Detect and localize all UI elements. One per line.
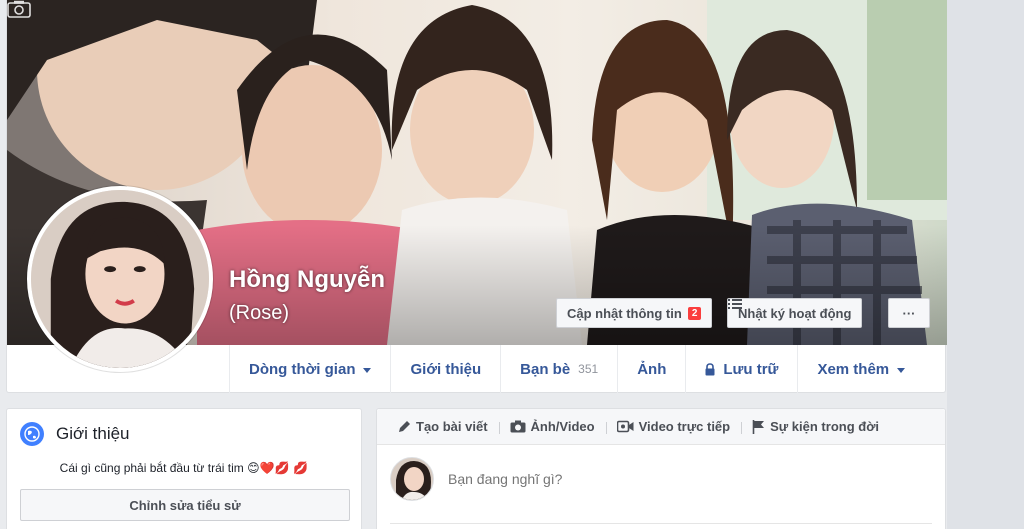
tab-more[interactable]: Xem thêm — [797, 345, 924, 393]
post-composer: Tạo bài viết Ảnh/Video Video trực tiếp S… — [376, 408, 946, 529]
update-info-badge: 2 — [687, 306, 702, 320]
camera-icon — [510, 420, 526, 433]
profile-tabs: Dòng thời gian Giới thiệu Bạn bè 351 Ảnh… — [229, 345, 924, 393]
composer-divider — [390, 523, 932, 524]
composer-tab-live-video[interactable]: Video trực tiếp — [605, 419, 742, 434]
composer-avatar — [390, 457, 434, 501]
composer-tab-create-post-label: Tạo bài viết — [416, 419, 488, 434]
more-options-icon: ··· — [902, 305, 916, 321]
friends-count: 351 — [578, 362, 599, 376]
tab-photos[interactable]: Ảnh — [617, 345, 685, 393]
intro-header: Giới thiệu — [20, 422, 130, 446]
update-cover-camera-icon[interactable] — [7, 0, 31, 18]
right-sidebar-strip — [947, 0, 1024, 529]
composer-input[interactable] — [448, 471, 868, 487]
profile-alternate-name: (Rose) — [229, 302, 290, 324]
profile-picture[interactable] — [27, 186, 213, 372]
composer-tab-photo-video[interactable]: Ảnh/Video — [498, 419, 606, 434]
composer-tab-life-event[interactable]: Sự kiện trong đời — [741, 419, 890, 434]
tab-about-label: Giới thiệu — [410, 360, 482, 378]
tab-about[interactable]: Giới thiệu — [390, 345, 500, 393]
composer-body — [390, 457, 868, 501]
composer-tab-life-event-label: Sự kiện trong đời — [770, 419, 880, 434]
lock-icon — [705, 362, 715, 375]
intro-bio-emojis: 😊❤️💋 💋 — [247, 461, 309, 475]
tab-archive[interactable]: Lưu trữ — [685, 345, 797, 393]
profile-name[interactable]: Hồng Nguyễn — [229, 266, 385, 294]
tab-friends-label: Bạn bè — [520, 360, 571, 378]
profile-header-card: Hồng Nguyễn (Rose) Cập nhật thông tin 2 … — [6, 0, 947, 393]
activity-log-label: Nhật ký hoạt động — [738, 305, 852, 321]
tab-archive-label: Lưu trữ — [723, 360, 779, 378]
activity-log-button[interactable]: Nhật ký hoạt động — [727, 298, 863, 328]
composer-tabs: Tạo bài viết Ảnh/Video Video trực tiếp S… — [377, 409, 945, 445]
flag-icon — [752, 419, 765, 434]
intro-bio: Cái gì cũng phải bắt đầu từ trái tim 😊❤️… — [7, 461, 361, 475]
composer-tab-photo-video-label: Ảnh/Video — [530, 419, 595, 434]
caret-down-icon — [897, 367, 906, 373]
tab-friends[interactable]: Bạn bè 351 — [500, 345, 617, 393]
list-icon — [728, 299, 742, 309]
composer-tab-live-video-label: Video trực tiếp — [638, 419, 731, 434]
update-info-button[interactable]: Cập nhật thông tin 2 — [556, 298, 713, 328]
edit-bio-button[interactable]: Chỉnh sửa tiểu sử — [20, 489, 350, 521]
profile-picture-image — [31, 190, 209, 368]
pencil-icon — [399, 421, 410, 432]
update-info-label: Cập nhật thông tin — [567, 305, 682, 321]
caret-down-icon — [363, 367, 372, 373]
tab-more-label: Xem thêm — [817, 360, 890, 378]
tab-photos-label: Ảnh — [637, 360, 667, 378]
tab-timeline-label: Dòng thời gian — [249, 360, 356, 378]
globe-icon — [20, 422, 44, 446]
intro-title: Giới thiệu — [56, 424, 130, 443]
more-options-button[interactable]: ··· — [888, 298, 930, 328]
composer-tab-create-post[interactable]: Tạo bài viết — [387, 419, 499, 434]
intro-bio-text: Cái gì cũng phải bắt đầu từ trái tim — [59, 461, 244, 475]
video-camera-icon — [616, 420, 634, 433]
tab-timeline[interactable]: Dòng thời gian — [229, 345, 390, 393]
intro-card: Giới thiệu Cái gì cũng phải bắt đầu từ t… — [6, 408, 362, 529]
